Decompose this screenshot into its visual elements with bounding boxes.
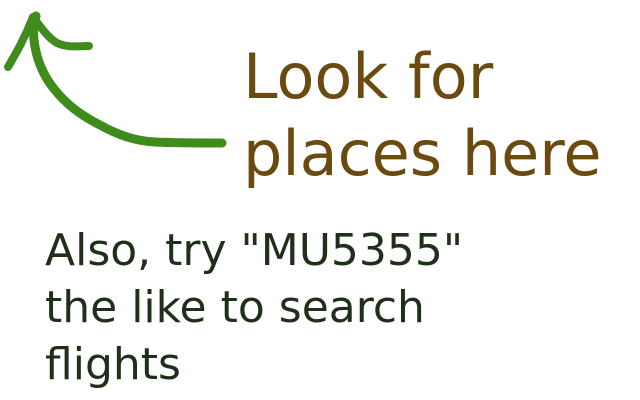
search-hint-heading-line-1: Look for [243, 40, 494, 113]
flight-search-tip-line-2: the like to search [45, 282, 425, 333]
flight-search-tip-line-3: flights [45, 339, 181, 390]
flight-search-tip-line-1: Also, try "MU5355" [45, 225, 464, 276]
search-hint-overlay: Look for places here Also, try "MU5355" … [0, 0, 640, 400]
search-hint-heading: Look for places here [243, 38, 602, 192]
search-hint-heading-line-2: places here [243, 117, 602, 190]
flight-search-tip: Also, try "MU5355" the like to search fl… [45, 222, 463, 393]
hand-drawn-arrow-up-left-icon [4, 11, 227, 148]
